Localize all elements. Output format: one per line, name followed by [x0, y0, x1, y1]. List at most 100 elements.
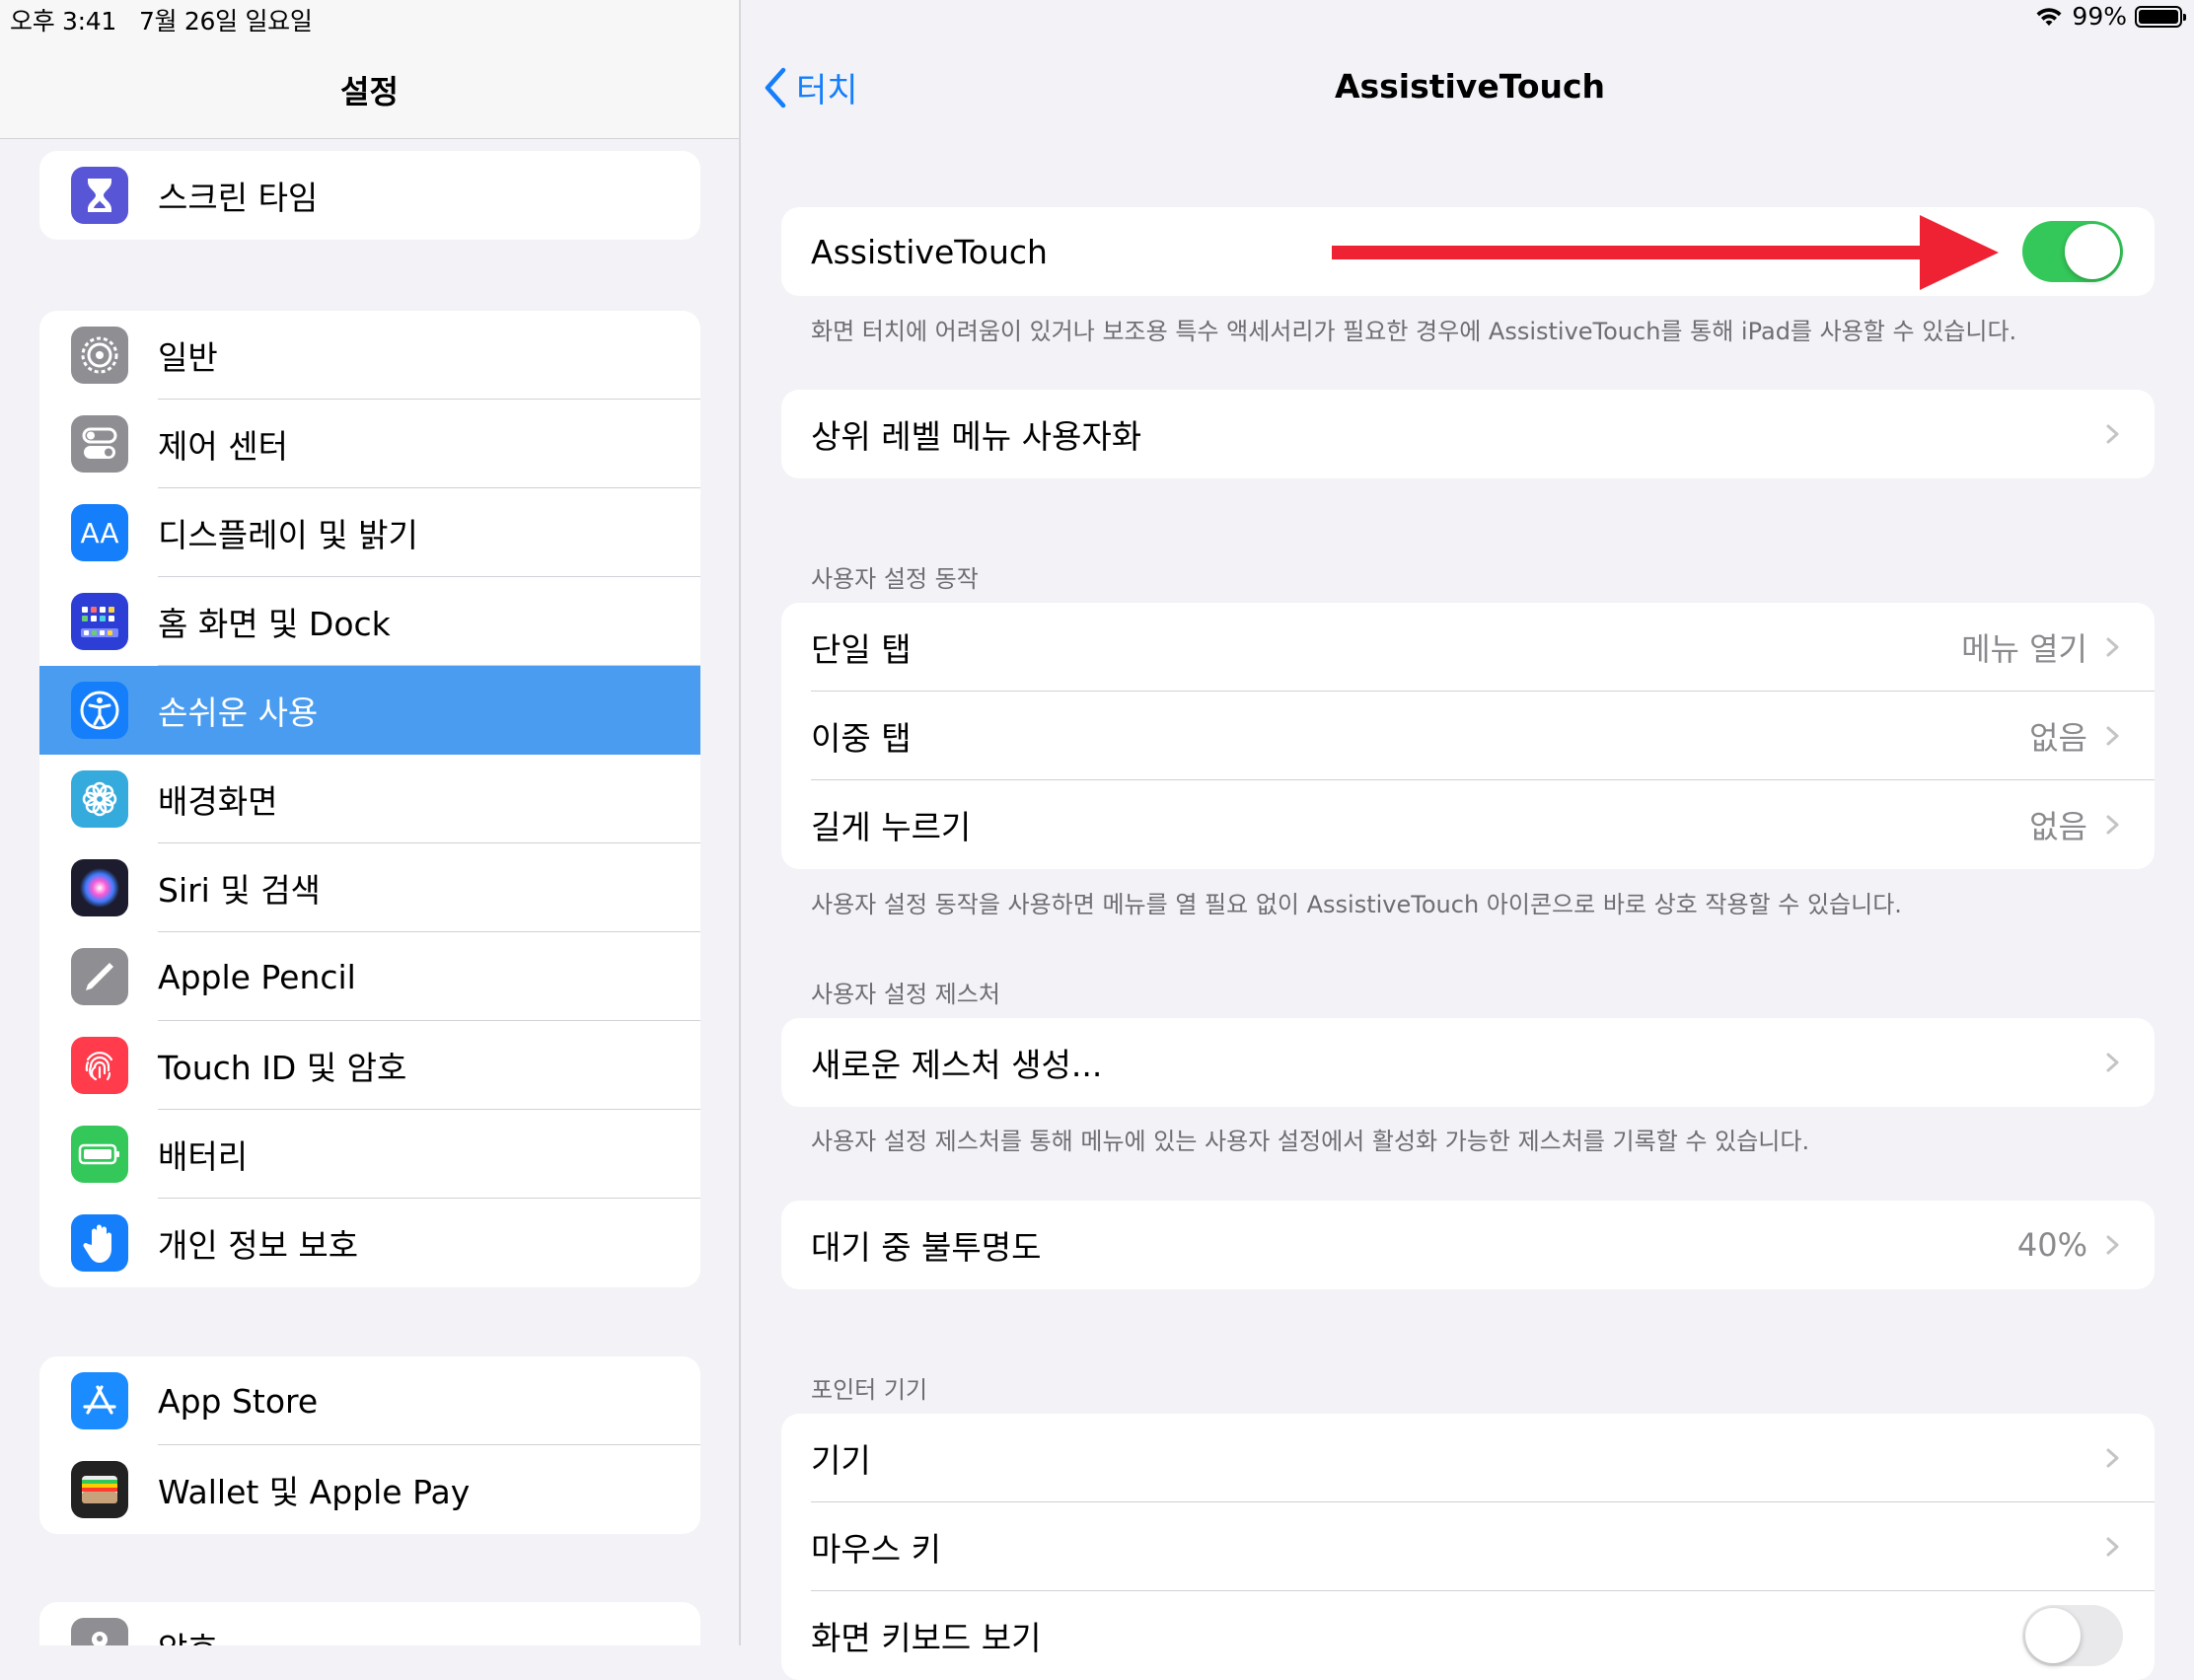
sidebar-item-privacy[interactable]: 개인 정보 보호: [39, 1199, 700, 1287]
battery-icon: [71, 1126, 128, 1183]
sidebar-item-label: 디스플레이 및 밝기: [158, 516, 418, 554]
pointer-devices-card: 기기 마우스 키 화면 키보드 보기: [781, 1414, 2155, 1680]
custom-gestures-card: 새로운 제스처 생성...: [781, 1018, 2155, 1107]
wifi-icon: [2036, 7, 2062, 26]
chevron-right-icon: [2106, 1235, 2119, 1255]
sidebar-item-label: Wallet 및 Apple Pay: [158, 1473, 471, 1511]
flower-icon: [71, 770, 128, 828]
battery-indicator-icon: [2135, 5, 2186, 28]
app-store-icon: [71, 1372, 128, 1429]
sidebar-item-apple-pencil[interactable]: Apple Pencil: [39, 932, 700, 1021]
onscreen-keyboard-label: 화면 키보드 보기: [811, 1619, 1042, 1657]
accessibility-icon: [71, 682, 128, 739]
mouse-keys-row[interactable]: 마우스 키: [781, 1502, 2155, 1591]
sidebar-item-control-center[interactable]: 제어 센터: [39, 400, 700, 488]
assistivetouch-toggle[interactable]: [2022, 221, 2123, 282]
sidebar-title: 설정: [340, 73, 399, 110]
red-arrow-annotation: [1332, 215, 1999, 290]
pencil-icon: [71, 948, 128, 1005]
sidebar-item-home-screen[interactable]: 홈 화면 및 Dock: [39, 577, 700, 666]
new-gesture-label: 새로운 제스처 생성...: [811, 1046, 1103, 1084]
sidebar-group-store: App Store Wallet 및 Apple Pay: [39, 1356, 700, 1534]
custom-gestures-header: 사용자 설정 제스처: [811, 981, 1000, 1008]
chevron-right-icon: [2106, 424, 2119, 444]
toggle-knob: [2025, 1608, 2081, 1663]
page-title: AssistiveTouch: [1334, 67, 1606, 106]
custom-gestures-footer: 사용자 설정 제스처를 통해 메뉴에 있는 사용자 설정에서 활성화 가능한 제…: [811, 1128, 1810, 1155]
sidebar-item-label: Touch ID 및 암호: [158, 1049, 407, 1087]
sidebar-item-touch-id[interactable]: Touch ID 및 암호: [39, 1021, 700, 1110]
sidebar-item-battery[interactable]: 배터리: [39, 1110, 700, 1199]
double-tap-row[interactable]: 이중 탭 없음: [781, 692, 2155, 780]
chevron-right-icon: [2106, 1448, 2119, 1468]
chevron-right-icon: [2106, 637, 2119, 657]
sidebar-item-screen-time[interactable]: 스크린 타임: [39, 151, 700, 240]
devices-row[interactable]: 기기: [781, 1414, 2155, 1502]
sidebar-item-label: Apple Pencil: [158, 957, 356, 996]
assistivetouch-footer: 화면 터치에 어려움이 있거나 보조용 특수 액세서리가 필요한 경우에 Ass…: [811, 318, 2017, 345]
back-label: 터치: [796, 71, 858, 110]
chevron-right-icon: [2106, 815, 2119, 835]
sidebar-item-app-store[interactable]: App Store: [39, 1356, 700, 1445]
text-size-icon: AA: [71, 504, 128, 561]
sidebar-item-label: 개인 정보 보호: [158, 1226, 359, 1265]
back-button[interactable]: 터치: [763, 63, 858, 111]
sidebar-item-general[interactable]: 일반: [39, 311, 700, 400]
sidebar-item-label: 일반: [158, 338, 218, 377]
fingerprint-icon: [71, 1037, 128, 1094]
single-tap-label: 단일 탭: [811, 630, 912, 669]
chevron-right-icon: [2106, 1053, 2119, 1072]
sidebar-item-wallet[interactable]: Wallet 및 Apple Pay: [39, 1445, 700, 1534]
new-gesture-row[interactable]: 새로운 제스처 생성...: [781, 1018, 2155, 1107]
sidebar-item-label: Siri 및 검색: [158, 871, 321, 910]
chevron-right-icon: [2106, 726, 2119, 746]
siri-icon: [71, 859, 128, 916]
mouse-keys-label: 마우스 키: [811, 1530, 941, 1569]
sidebar-group-general: 일반 제어 센터 AA 디스플레이 및 밝기 홈 화면 및 Dock 손쉬운 사…: [39, 311, 700, 1287]
sidebar-group-passwords: 암호: [39, 1602, 700, 1645]
top-menu-row[interactable]: 상위 레벨 메뉴 사용자화: [781, 390, 2155, 478]
sidebar-item-siri[interactable]: Siri 및 검색: [39, 843, 700, 932]
single-tap-value: 메뉴 열기: [1961, 630, 2087, 668]
long-press-value: 없음: [2029, 808, 2087, 845]
sidebar-item-label: 암호: [158, 1623, 218, 1645]
status-time: 오후 3:41: [10, 7, 116, 36]
sidebar-group-screen-time: 스크린 타임: [39, 151, 700, 240]
devices-label: 기기: [811, 1441, 871, 1480]
wallet-icon: [71, 1461, 128, 1518]
sidebar-item-display[interactable]: AA 디스플레이 및 밝기: [39, 488, 700, 577]
sidebar-item-label: 제어 센터: [158, 427, 288, 466]
status-time-date: 오후 3:41 7월 26일 일요일: [10, 2, 313, 37]
top-menu-card: 상위 레벨 메뉴 사용자화: [781, 390, 2155, 478]
sidebar-item-label: 배터리: [158, 1137, 249, 1176]
top-menu-label: 상위 레벨 메뉴 사용자화: [811, 417, 1142, 456]
status-right: 99%: [2034, 2, 2186, 31]
home-grid-icon: [71, 593, 128, 650]
onscreen-keyboard-toggle[interactable]: [2022, 1605, 2123, 1666]
idle-opacity-label: 대기 중 불투명도: [811, 1228, 1042, 1267]
sidebar-item-accessibility[interactable]: 손쉬운 사용: [39, 666, 700, 755]
sidebar-item-label: 손쉬운 사용: [158, 694, 319, 732]
battery-percent: 99%: [2072, 2, 2127, 31]
hourglass-icon: [71, 167, 128, 224]
pointer-devices-header: 포인터 기기: [811, 1376, 928, 1404]
sidebar-item-label: 배경화면: [158, 782, 278, 821]
idle-opacity-value: 40%: [2016, 1226, 2087, 1264]
sidebar-item-passwords[interactable]: 암호: [39, 1602, 700, 1645]
custom-actions-card: 단일 탭 메뉴 열기 이중 탭 없음 길게 누르기 없음: [781, 603, 2155, 869]
idle-opacity-card: 대기 중 불투명도 40%: [781, 1201, 2155, 1289]
gear-icon: [71, 327, 128, 384]
sidebar-item-wallpaper[interactable]: 배경화면: [39, 755, 700, 843]
single-tap-row[interactable]: 단일 탭 메뉴 열기: [781, 603, 2155, 692]
double-tap-value: 없음: [2029, 719, 2087, 757]
sidebar-item-label: App Store: [158, 1381, 319, 1421]
idle-opacity-row[interactable]: 대기 중 불투명도 40%: [781, 1201, 2155, 1289]
assistivetouch-label: AssistiveTouch: [811, 232, 1048, 271]
sidebar: 설정 스크린 타임 일반 제어 센터 AA 디스플레이 및 밝기 홈 화면 및 …: [0, 0, 739, 1645]
long-press-label: 길게 누르기: [811, 808, 972, 846]
custom-actions-footer: 사용자 설정 동작을 사용하면 메뉴를 열 필요 없이 AssistiveTou…: [811, 891, 1902, 918]
battery-fill: [2139, 9, 2178, 24]
long-press-row[interactable]: 길게 누르기 없음: [781, 780, 2155, 869]
sidebar-item-label: 스크린 타임: [158, 179, 319, 217]
toggle-knob: [2065, 224, 2120, 279]
